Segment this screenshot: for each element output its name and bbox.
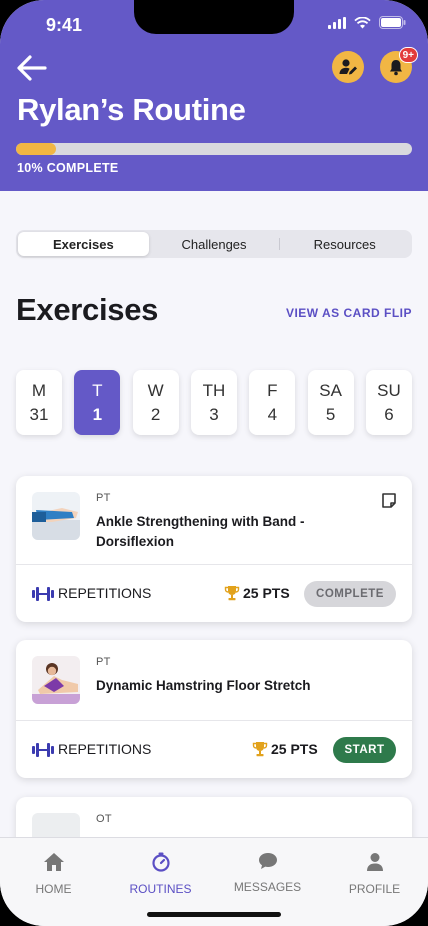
exercise-card-footer: REPETITIONS 25 PTS START [16,720,412,778]
tab-profile[interactable]: PROFILE [321,838,428,926]
exercise-name: Ankle Strengthening with Band - Dorsifle… [96,514,305,549]
day-name: SA [319,380,342,400]
day-name: T [92,380,103,400]
page-title: Rylan’s Routine [17,92,246,127]
signal-icon [328,16,346,29]
segment-challenges[interactable]: Challenges [149,232,280,256]
dumbbell-icon [32,587,54,601]
exercise-thumbnail [32,656,80,704]
metric-label: REPETITIONS [58,585,152,601]
day-number: 5 [325,404,336,424]
chat-bubble-icon [258,853,277,869]
exercise-type: OT [96,813,112,825]
edit-user-button[interactable] [332,51,364,83]
header: 9:41 9+ Rylan’s Routine 10% COMPLETE [0,0,428,191]
day-wednesday[interactable]: W 2 [132,370,179,435]
tab-label: HOME [35,882,72,896]
points-value: 25 PTS [271,741,318,757]
day-number: 4 [267,404,278,424]
tab-label: ROUTINES [129,882,192,896]
notification-badge: 9+ [398,47,418,63]
day-sunday[interactable]: SU 6 [365,370,412,435]
exercise-thumbnail [32,492,80,540]
notch [134,0,294,34]
status-icons [328,16,406,29]
person-icon [366,853,383,871]
exercise-name: Dynamic Hamstring Floor Stretch [96,678,311,693]
exercise-card-header: PT Ankle Strengthening with Band - Dorsi… [16,476,412,564]
tab-home[interactable]: HOME [0,838,107,926]
trophy-icon [224,586,240,601]
view-as-card-flip-link[interactable]: VIEW AS CARD FLIP [286,306,412,320]
exercise-card[interactable]: PT Ankle Strengthening with Band - Dorsi… [16,476,412,622]
day-name: F [267,380,278,400]
day-number: 6 [384,404,394,424]
exercise-type: PT [96,656,111,668]
dumbbell-icon [32,743,54,757]
day-number: 31 [29,404,49,424]
arrow-left-icon [17,55,47,81]
progress-bar [16,143,412,155]
start-button[interactable]: START [333,737,396,763]
day-thursday[interactable]: TH 3 [190,370,237,435]
exercise-card-footer: REPETITIONS 25 PTS COMPLETE [16,564,412,622]
home-icon [43,853,64,871]
day-name: W [147,380,164,400]
day-number: 2 [150,404,161,424]
day-saturday[interactable]: SA 5 [307,370,354,435]
day-name: M [31,380,47,400]
points: 25 PTS [252,741,318,757]
section-title: Exercises [16,292,159,327]
home-indicator [147,912,281,917]
timer-icon [151,852,170,872]
day-name: SU [377,380,401,400]
user-edit-icon [339,59,357,75]
exercise-type: PT [96,492,111,504]
note-icon [382,493,396,508]
points-value: 25 PTS [243,585,290,601]
day-tuesday[interactable]: T 1 [74,370,121,435]
note-button[interactable] [380,492,398,510]
day-number: 3 [209,404,219,424]
tab-label: MESSAGES [233,880,302,894]
metric-label: REPETITIONS [58,741,152,757]
segmented-control: Exercises Challenges Resources [16,230,412,258]
exercise-card[interactable]: PT Dynamic Hamstring Floor Stretch REPET… [16,640,412,778]
day-selector: M 31 T 1 W 2 TH 3 F 4 SA 5 SU 6 [16,370,412,435]
exercise-card-header: PT Dynamic Hamstring Floor Stretch [16,640,412,720]
day-monday[interactable]: M 31 [16,370,62,435]
points: 25 PTS [224,585,290,601]
wifi-icon [354,16,371,28]
segment-resources[interactable]: Resources [279,232,410,256]
status-time: 9:41 [46,15,83,35]
trophy-icon [252,742,268,757]
phone-screen: 9:41 9+ Rylan’s Routine 10% COMPLETE Exe… [0,0,428,926]
progress-label: 10% COMPLETE [17,161,119,175]
notifications-button[interactable]: 9+ [380,47,418,83]
progress-fill [16,143,56,155]
day-friday[interactable]: F 4 [249,370,296,435]
day-name: TH [202,380,226,400]
complete-button[interactable]: COMPLETE [304,581,396,607]
battery-icon [379,16,406,29]
back-button[interactable] [14,50,50,86]
tab-label: PROFILE [348,882,401,896]
day-number: 1 [92,404,103,424]
segment-exercises[interactable]: Exercises [18,232,149,256]
